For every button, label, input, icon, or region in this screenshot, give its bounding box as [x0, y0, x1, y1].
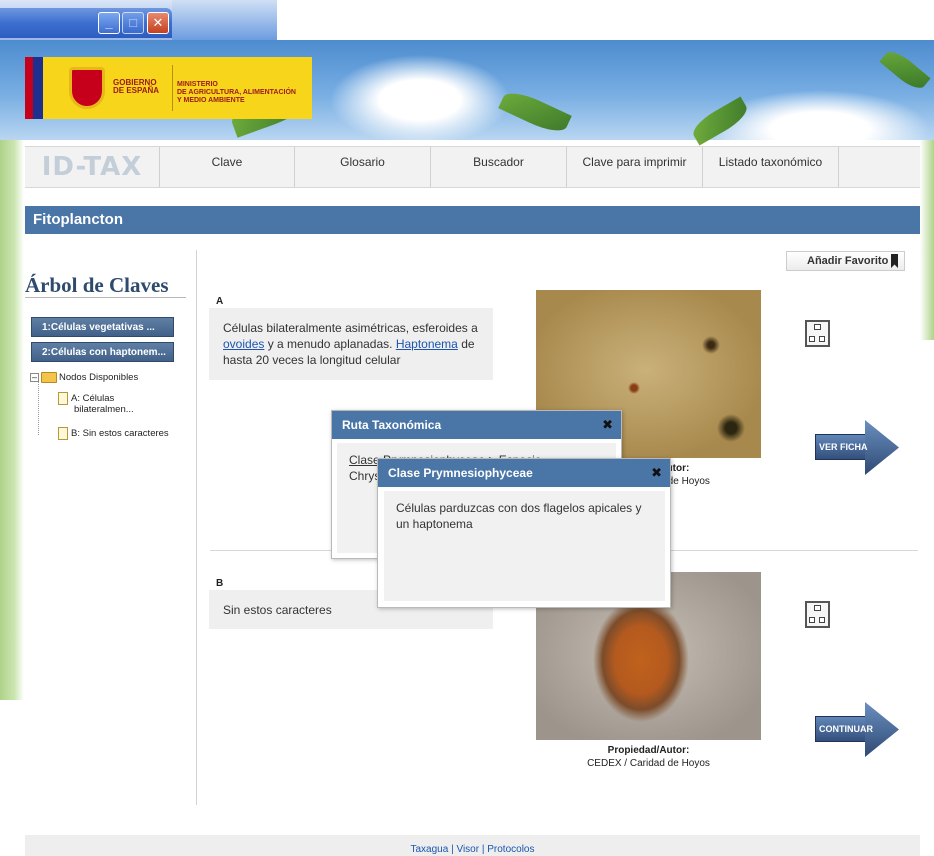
item-b-credit: Propiedad/Autor: CEDEX / Caridad de Hoyos [587, 745, 710, 769]
collapse-icon[interactable]: – [30, 373, 39, 382]
route-species: Chrys [349, 469, 381, 483]
ver-ficha-label: VER FICHA [819, 442, 868, 452]
main-nav: ID-TAX Clave Glosario Buscador Clave par… [25, 146, 920, 188]
footer-link-taxagua[interactable]: Taxagua [411, 844, 449, 855]
ver-ficha-button[interactable]: VER FICHA [815, 420, 899, 475]
popup-clase: Clase Prymnesiophyceae ✖ Células parduzc… [377, 458, 671, 608]
continuar-button[interactable]: CONTINUAR [815, 702, 899, 757]
coat-of-arms-icon [69, 67, 105, 109]
key-button-2[interactable]: 2:Células con haptonem... [31, 342, 174, 362]
document-icon [58, 427, 68, 440]
popup-header: Clase Prymnesiophyceae ✖ [378, 459, 670, 487]
close-icon[interactable]: ✖ [651, 459, 662, 487]
popup-title: Clase Prymnesiophyceae [388, 466, 533, 480]
nav-clave[interactable]: Clave [160, 147, 295, 187]
footer: Taxagua | Visor | Protocolos [25, 835, 920, 856]
side-greenery [920, 140, 934, 340]
close-window-icon[interactable]: ✕ [147, 12, 169, 34]
key-button-1[interactable]: 1:Células vegetativas ... [31, 317, 174, 337]
nav-buscador[interactable]: Buscador [431, 147, 567, 187]
tree-item-a-label-cont[interactable]: bilateralmen... [74, 404, 134, 415]
side-greenery [0, 140, 24, 700]
item-letter-a: A [216, 296, 224, 307]
continuar-label: CONTINUAR [819, 724, 873, 734]
section-title: Fitoplancton [25, 206, 920, 234]
footer-link-protocolos[interactable]: Protocolos [487, 844, 534, 855]
logo-divider [172, 65, 173, 111]
eu-flag-icon [33, 57, 43, 119]
ministry-text: MINISTERIO DE AGRICULTURA, ALIMENTACIÓN Y … [177, 81, 296, 104]
add-favorite-label: Añadir Favorito [807, 255, 889, 267]
item-a-description: Células bilateralmente asimétricas, esfe… [209, 308, 493, 380]
bookmark-icon [891, 254, 898, 268]
nav-listado-taxonomico[interactable]: Listado taxonómico [703, 147, 839, 187]
tree-item-a-label: A: Células [71, 393, 115, 405]
leaf-decoration [879, 46, 931, 94]
popup-body: Células parduzcas con dos flagelos apica… [384, 491, 665, 601]
sidebar-title: Árbol de Claves [25, 273, 169, 297]
popup-title: Ruta Taxonómica [342, 418, 442, 432]
document-icon [58, 392, 68, 405]
content-divider [196, 250, 197, 805]
taxonomy-tree-icon[interactable] [805, 320, 830, 347]
footer-separator: | [479, 844, 488, 855]
nav-glosario[interactable]: Glosario [295, 147, 431, 187]
nav-clave-imprimir[interactable]: Clave para imprimir [567, 147, 703, 187]
leaf-decoration [498, 86, 572, 138]
government-logo: GOBIERNO DE ESPAÑA MINISTERIO DE AGRICULTU… [25, 57, 312, 119]
background-sky [172, 0, 277, 40]
divider [25, 297, 186, 298]
item-letter-b: B [216, 578, 224, 589]
maximize-icon[interactable]: □ [122, 12, 144, 34]
leaf-decoration [688, 96, 752, 146]
link-haptonema[interactable]: Haptonema [396, 337, 458, 351]
folder-icon [41, 372, 57, 383]
tree-root[interactable]: – Nodos Disponibles [30, 372, 138, 383]
gov-text: GOBIERNO DE ESPAÑA [113, 78, 160, 95]
footer-link-visor[interactable]: Visor [456, 844, 479, 855]
popup-header: Ruta Taxonómica ✖ [332, 411, 621, 439]
tree-item-b-label: B: Sin estos caracteres [71, 428, 169, 440]
minimize-icon[interactable]: _ [98, 12, 120, 34]
tree-root-label: Nodos Disponibles [59, 372, 139, 384]
brand-logo[interactable]: ID-TAX [25, 147, 160, 187]
taxonomy-tree-icon[interactable] [805, 601, 830, 628]
link-ovoides[interactable]: ovoides [223, 337, 264, 351]
tree-item-b[interactable]: B: Sin estos caracteres [58, 427, 169, 440]
add-favorite-button[interactable]: Añadir Favorito [786, 251, 905, 271]
close-icon[interactable]: ✖ [602, 411, 613, 439]
tree-line [38, 380, 39, 435]
